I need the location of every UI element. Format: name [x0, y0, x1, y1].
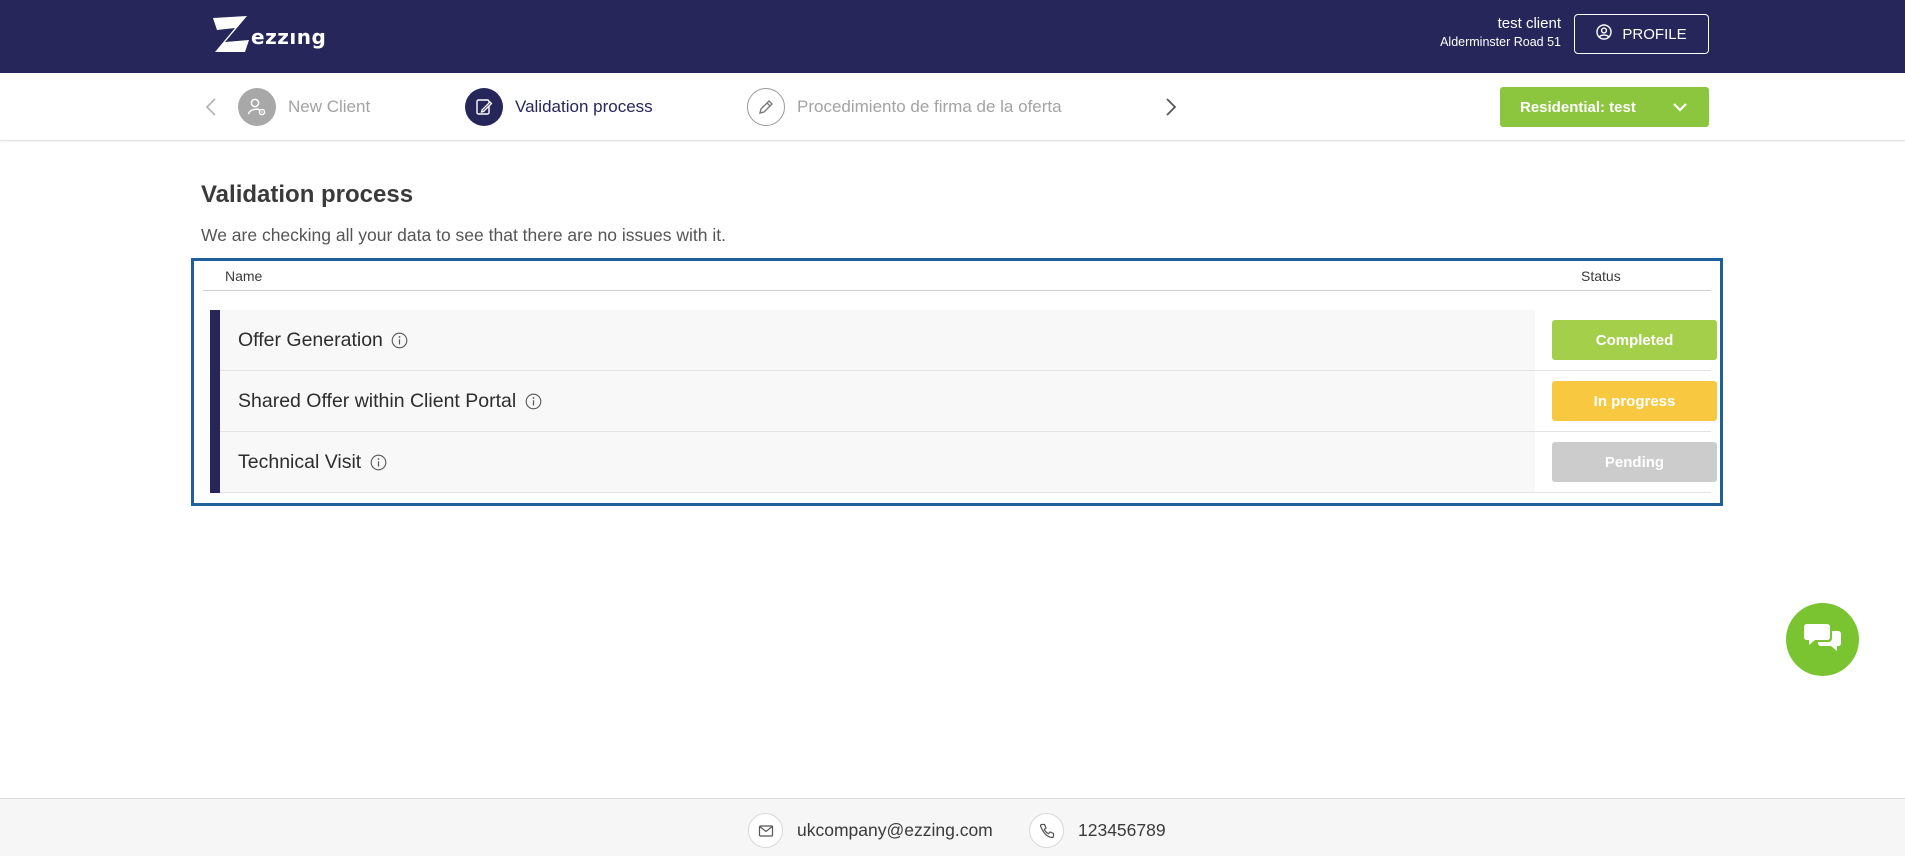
chat-button[interactable] — [1786, 603, 1859, 676]
row-accent-bar — [210, 371, 220, 432]
status-badge-in-progress: In progress — [1552, 381, 1717, 421]
step-validation-process[interactable]: Validation process — [465, 87, 653, 127]
chevron-right-icon — [1166, 98, 1177, 116]
logo-text: ezzıng — [251, 25, 327, 49]
next-step-arrow[interactable] — [1159, 95, 1183, 119]
step-signature-procedure[interactable]: Procedimiento de firma de la oferta — [747, 87, 1062, 127]
project-selector-label: Residential: test — [1520, 98, 1636, 116]
step-label: Validation process — [515, 97, 653, 116]
footer-email-text: ukcompany@ezzing.com — [797, 820, 993, 840]
status-badge-pending: Pending — [1552, 442, 1717, 482]
table-row: Offer Generation Completed — [210, 310, 1717, 371]
chevron-down-icon — [1671, 98, 1689, 120]
user-gear-icon — [238, 88, 276, 126]
logo-z-icon — [209, 12, 253, 56]
pen-icon — [747, 88, 785, 126]
footer-phone[interactable]: 123456789 — [1029, 813, 1166, 848]
project-selector-dropdown[interactable]: Residential: test — [1500, 87, 1709, 127]
profile-label: PROFILE — [1622, 25, 1687, 43]
row-content: Shared Offer within Client Portal — [220, 371, 1535, 431]
edit-document-icon — [465, 88, 503, 126]
row-content: Technical Visit — [220, 432, 1535, 492]
table-row: Technical Visit Pending — [210, 432, 1717, 493]
ezzing-logo[interactable]: ezzıng — [209, 12, 326, 56]
footer: ukcompany@ezzing.com 123456789 — [0, 798, 1905, 856]
row-accent-bar — [210, 432, 220, 493]
step-label: New Client — [288, 97, 371, 116]
page-title: Validation process — [201, 181, 414, 208]
phone-icon — [1029, 813, 1064, 848]
row-name: Technical Visit — [238, 450, 362, 473]
step-new-client[interactable]: New Client — [238, 87, 370, 127]
table-header: Name Status — [203, 261, 1711, 291]
info-icon[interactable] — [524, 392, 542, 410]
row-accent-bar — [210, 310, 220, 371]
validation-table: Name Status Offer Generation Completed S… — [191, 258, 1723, 506]
footer-email[interactable]: ukcompany@ezzing.com — [748, 813, 993, 848]
user-info: test client Alderminster Road 51 — [1440, 15, 1561, 51]
user-circle-icon — [1596, 24, 1613, 44]
info-icon[interactable] — [391, 331, 409, 349]
row-name: Shared Offer within Client Portal — [238, 389, 517, 412]
row-name: Offer Generation — [238, 328, 383, 351]
user-address: Alderminster Road 51 — [1440, 35, 1561, 49]
chat-bubbles-icon — [1803, 620, 1843, 659]
column-header-name: Name — [225, 268, 263, 284]
stepper-bar: New Client Validation process Procedimie… — [0, 73, 1905, 141]
step-label: Procedimiento de firma de la oferta — [797, 97, 1062, 116]
mail-icon — [748, 813, 783, 848]
user-name: test client — [1497, 15, 1561, 32]
row-content: Offer Generation — [220, 310, 1535, 370]
column-header-status: Status — [1581, 268, 1621, 284]
profile-button[interactable]: PROFILE — [1574, 14, 1709, 54]
top-bar: ezzıng test client Alderminster Road 51 … — [0, 0, 1905, 73]
status-badge-completed: Completed — [1552, 320, 1717, 360]
previous-step-arrow[interactable] — [199, 95, 223, 119]
table-row: Shared Offer within Client Portal In pro… — [210, 371, 1717, 432]
page-subtitle: We are checking all your data to see tha… — [201, 225, 726, 245]
footer-phone-text: 123456789 — [1078, 820, 1166, 840]
chevron-left-icon — [205, 98, 216, 116]
info-icon[interactable] — [369, 453, 387, 471]
